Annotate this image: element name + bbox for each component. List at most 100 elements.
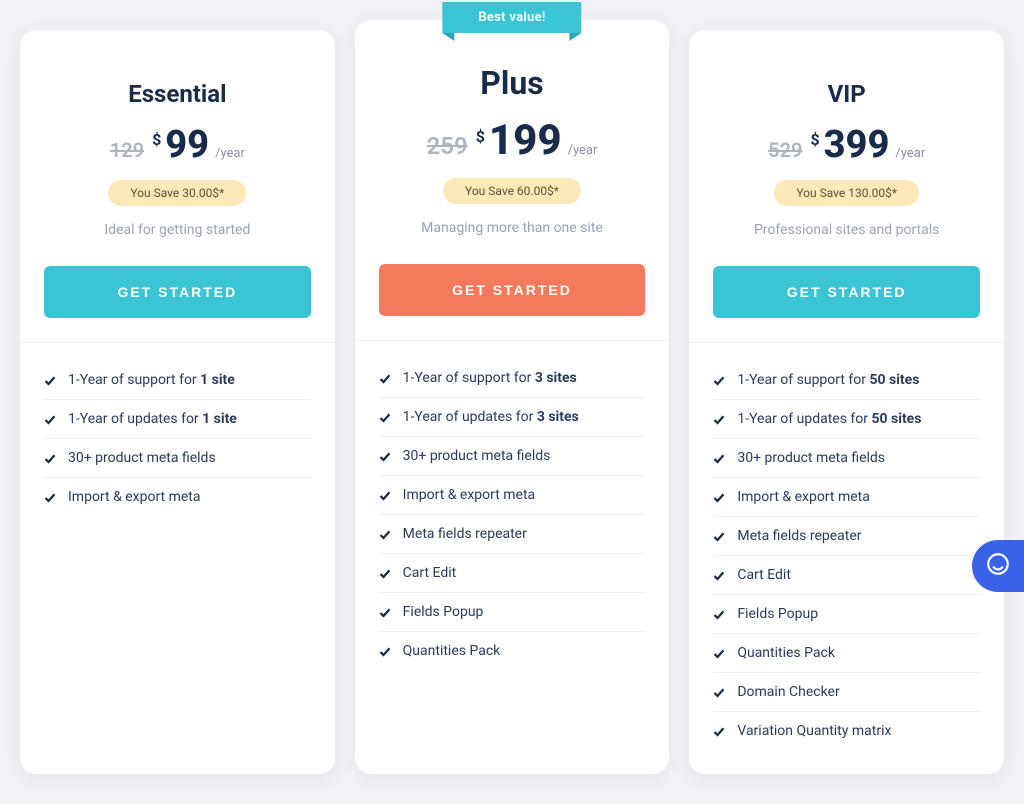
feature-bold: 50 sites [869, 372, 919, 388]
get-started-button[interactable]: GET STARTED [44, 266, 311, 318]
feature-item: Quantities Pack [713, 634, 980, 673]
feature-text: 1-Year of updates for 3 sites [403, 409, 579, 425]
feature-bold: 1 site [200, 372, 235, 388]
feature-item: Cart Edit [713, 556, 980, 595]
check-icon [713, 609, 725, 621]
plan-name: VIP [713, 80, 980, 108]
feature-item: Cart Edit [379, 554, 646, 593]
feature-text: Quantities Pack [737, 645, 835, 661]
feature-item: Fields Popup [713, 595, 980, 634]
feature-item: 1-Year of updates for 3 sites [379, 398, 646, 437]
cta-wrap: GET STARTED [20, 266, 335, 342]
price: 399 [824, 126, 890, 164]
check-icon [713, 492, 725, 504]
check-icon [713, 726, 725, 738]
feature-item: Domain Checker [713, 673, 980, 712]
check-icon [379, 529, 391, 541]
currency: $ [476, 127, 485, 146]
feature-text: 1-Year of support for 1 site [68, 372, 235, 388]
get-started-button[interactable]: GET STARTED [379, 264, 646, 316]
check-icon [713, 570, 725, 582]
feature-text: Cart Edit [403, 565, 457, 581]
period: /year [568, 143, 598, 158]
check-icon [379, 373, 391, 385]
feature-text: 1-Year of support for 50 sites [737, 372, 919, 388]
price-row: 529 $ 399 /year [713, 126, 980, 164]
check-icon [44, 375, 56, 387]
feature-text: Import & export meta [68, 489, 201, 505]
plan-name: Essential [44, 80, 311, 108]
feature-item: Import & export meta [44, 478, 311, 516]
feature-bold: 3 sites [535, 370, 577, 386]
feature-item: Import & export meta [379, 476, 646, 515]
pricing-container: Essential 129 $ 99 /year You Save 30.00$… [20, 30, 1004, 774]
feature-item: 1-Year of support for 1 site [44, 361, 311, 400]
get-started-button[interactable]: GET STARTED [713, 266, 980, 318]
save-badge: You Save 60.00$* [443, 178, 581, 204]
feature-bold: 50 sites [872, 411, 922, 427]
check-icon [713, 453, 725, 465]
feature-item: 30+ product meta fields [44, 439, 311, 478]
feature-item: Import & export meta [713, 478, 980, 517]
old-price: 129 [110, 138, 144, 162]
feature-text: Meta fields repeater [737, 528, 861, 544]
save-badge: You Save 130.00$* [774, 180, 919, 206]
check-icon [713, 687, 725, 699]
price-row: 129 $ 99 /year [44, 126, 311, 164]
check-icon [713, 414, 725, 426]
help-chat-button[interactable] [972, 540, 1024, 592]
check-icon [44, 492, 56, 504]
feature-text: Fields Popup [737, 606, 818, 622]
plan-card-plus: Best value! Plus 259 $ 199 /year You Sav… [355, 20, 670, 774]
feature-item: Meta fields repeater [379, 515, 646, 554]
feature-item: 1-Year of updates for 50 sites [713, 400, 980, 439]
feature-item: 1-Year of updates for 1 site [44, 400, 311, 439]
feature-text: Cart Edit [737, 567, 791, 583]
feature-text: Domain Checker [737, 684, 839, 700]
check-icon [379, 451, 391, 463]
plan-card-vip: VIP 529 $ 399 /year You Save 130.00$* Pr… [689, 30, 1004, 774]
chat-icon [985, 551, 1011, 581]
currency: $ [152, 130, 161, 149]
plan-header: Plus 259 $ 199 /year You Save 60.00$* Ma… [355, 20, 670, 264]
old-price: 529 [768, 138, 802, 162]
check-icon [713, 531, 725, 543]
plan-tagline: Managing more than one site [379, 220, 646, 236]
cta-wrap: GET STARTED [689, 266, 1004, 342]
plan-header: VIP 529 $ 399 /year You Save 130.00$* Pr… [689, 30, 1004, 266]
period: /year [215, 146, 245, 161]
currency: $ [810, 130, 819, 149]
feature-bold: 1 site [202, 411, 237, 427]
feature-bold: 3 sites [537, 409, 579, 425]
features-list: 1-Year of support for 1 site 1-Year of up… [20, 343, 335, 540]
feature-item: Meta fields repeater [713, 517, 980, 556]
features-list: 1-Year of support for 50 sites 1-Year of … [689, 343, 1004, 774]
feature-text: 1-Year of updates for 50 sites [737, 411, 921, 427]
check-icon [44, 414, 56, 426]
feature-item: Quantities Pack [379, 632, 646, 670]
feature-text: Import & export meta [403, 487, 536, 503]
best-value-ribbon: Best value! [442, 2, 581, 33]
old-price: 259 [427, 132, 468, 160]
cta-wrap: GET STARTED [355, 264, 670, 340]
check-icon [379, 646, 391, 658]
price: 99 [165, 126, 209, 164]
plan-header: Essential 129 $ 99 /year You Save 30.00$… [20, 30, 335, 266]
period: /year [895, 146, 925, 161]
feature-text: Fields Popup [403, 604, 484, 620]
feature-text: Meta fields repeater [403, 526, 527, 542]
plan-card-essential: Essential 129 $ 99 /year You Save 30.00$… [20, 30, 335, 774]
plan-name: Plus [379, 64, 646, 102]
feature-item: Fields Popup [379, 593, 646, 632]
features-list: 1-Year of support for 3 sites 1-Year of u… [355, 341, 670, 694]
feature-text: 1-Year of updates for 1 site [68, 411, 237, 427]
feature-text: 30+ product meta fields [737, 450, 885, 466]
feature-text: 1-Year of support for 3 sites [403, 370, 577, 386]
check-icon [379, 607, 391, 619]
check-icon [379, 490, 391, 502]
price: 199 [489, 120, 562, 162]
check-icon [379, 568, 391, 580]
feature-item: 1-Year of support for 50 sites [713, 361, 980, 400]
feature-item: Variation Quantity matrix [713, 712, 980, 750]
plan-tagline: Ideal for getting started [44, 222, 311, 238]
